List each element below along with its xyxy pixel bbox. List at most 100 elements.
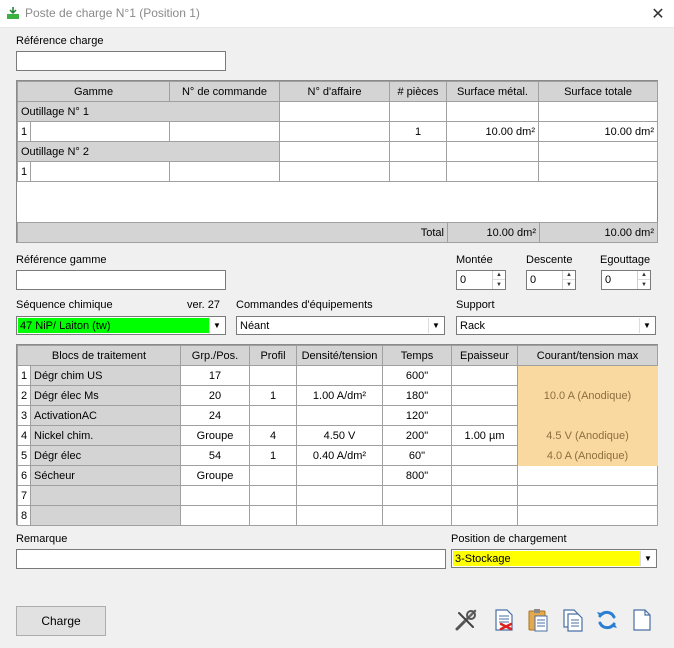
cell-grp-pos[interactable]: 24: [180, 405, 250, 426]
tools-icon[interactable]: [453, 607, 479, 633]
cell-grp-pos[interactable]: Groupe: [180, 425, 250, 446]
montee-stepper[interactable]: 0 ▲ ▼: [456, 270, 506, 290]
refresh-icon[interactable]: [594, 607, 620, 633]
cell-gamme[interactable]: [30, 161, 170, 182]
cell-profil[interactable]: 1: [249, 445, 297, 466]
cell-affaire[interactable]: [279, 161, 390, 182]
chevron-down-icon[interactable]: ▼: [209, 318, 224, 333]
cell-densite[interactable]: [296, 505, 383, 526]
spin-down-icon[interactable]: ▼: [493, 280, 505, 289]
close-button[interactable]: ✕: [650, 4, 666, 24]
cell-profil[interactable]: [249, 465, 297, 486]
cell-epaisseur[interactable]: [451, 365, 518, 386]
cell-bloc[interactable]: Dégr chim US: [30, 365, 181, 386]
cell-temps[interactable]: 120": [382, 405, 452, 426]
chevron-down-icon[interactable]: ▼: [639, 318, 654, 333]
cell-epaisseur[interactable]: [451, 385, 518, 406]
remarque-input[interactable]: [16, 549, 446, 569]
table-row[interactable]: 1 1 10.00 dm² 10.00 dm²: [17, 121, 658, 142]
cell-courant[interactable]: [517, 505, 658, 526]
cell-temps[interactable]: [382, 505, 452, 526]
table-row[interactable]: 5 Dégr élec 54 1 0.40 A/dm² 60" 4.0 A (Anodiqu…: [17, 445, 658, 466]
table-row[interactable]: 3 ActivationAC 24 120": [17, 405, 658, 426]
cell-courant[interactable]: 4.0 A (Anodique): [517, 445, 658, 466]
cell-grp-pos[interactable]: 54: [180, 445, 250, 466]
copy-icon[interactable]: [560, 607, 586, 633]
table-row[interactable]: 2 Dégr élec Ms 20 1 1.00 A/dm² 180" 10.0 A (An…: [17, 385, 658, 406]
cell-temps[interactable]: 60": [382, 445, 452, 466]
cell-bloc[interactable]: Dégr élec: [30, 445, 181, 466]
cell-profil[interactable]: [249, 505, 297, 526]
cell-pieces[interactable]: [389, 161, 447, 182]
cell-pieces[interactable]: 1: [389, 121, 447, 142]
cell-densite[interactable]: [296, 485, 383, 506]
cell-temps[interactable]: 600": [382, 365, 452, 386]
cell-profil[interactable]: 1: [249, 385, 297, 406]
cell-profil[interactable]: [249, 485, 297, 506]
cell-epaisseur[interactable]: [451, 405, 518, 426]
table-row[interactable]: 7: [17, 485, 658, 506]
cell-courant[interactable]: 4.5 V (Anodique): [517, 425, 658, 446]
cell-courant[interactable]: [517, 485, 658, 506]
cell-epaisseur[interactable]: [451, 445, 518, 466]
sequence-select[interactable]: 47 NiP/ Laiton (tw) ▼: [16, 316, 226, 335]
cell-densite[interactable]: [296, 465, 383, 486]
cell-profil[interactable]: [249, 405, 297, 426]
cell-epaisseur[interactable]: [451, 465, 518, 486]
commandes-select[interactable]: Néant ▼: [236, 316, 445, 335]
cell-courant[interactable]: [517, 465, 658, 486]
cell-temps[interactable]: [382, 485, 452, 506]
document-delete-icon[interactable]: [491, 607, 517, 633]
cell-densite[interactable]: 1.00 A/dm²: [296, 385, 383, 406]
table-row[interactable]: 6 Sécheur Groupe 800": [17, 465, 658, 486]
cell-densite[interactable]: 4.50 V: [296, 425, 383, 446]
cell-commande[interactable]: [169, 121, 280, 142]
cell-bloc[interactable]: [30, 505, 181, 526]
table-row[interactable]: 1: [17, 161, 658, 182]
new-document-icon[interactable]: [629, 607, 655, 633]
cell-densite[interactable]: [296, 405, 383, 426]
egouttage-stepper[interactable]: 0 ▲ ▼: [601, 270, 651, 290]
cell-grp-pos[interactable]: [180, 485, 250, 506]
support-select[interactable]: Rack ▼: [456, 316, 656, 335]
cell-bloc[interactable]: [30, 485, 181, 506]
cell-densite[interactable]: [296, 365, 383, 386]
cell-grp-pos[interactable]: Groupe: [180, 465, 250, 486]
spin-up-icon[interactable]: ▲: [563, 271, 575, 280]
cell-courant[interactable]: 10.0 A (Anodique): [517, 385, 658, 406]
cell-bloc[interactable]: Dégr élec Ms: [30, 385, 181, 406]
chevron-down-icon[interactable]: ▼: [640, 551, 655, 566]
table-row[interactable]: 4 Nickel chim. Groupe 4 4.50 V 200" 1.00 µm 4.5…: [17, 425, 658, 446]
table-row[interactable]: 1 Dégr chim US 17 600": [17, 365, 658, 386]
spin-up-icon[interactable]: ▲: [493, 271, 505, 280]
cell-courant[interactable]: [517, 405, 658, 426]
descente-stepper[interactable]: 0 ▲ ▼: [526, 270, 576, 290]
cell-epaisseur[interactable]: 1.00 µm: [451, 425, 518, 446]
cell-grp-pos[interactable]: [180, 505, 250, 526]
cell-bloc[interactable]: Sécheur: [30, 465, 181, 486]
cell-epaisseur[interactable]: [451, 485, 518, 506]
cell-profil[interactable]: [249, 365, 297, 386]
cell-densite[interactable]: 0.40 A/dm²: [296, 445, 383, 466]
cell-courant[interactable]: [517, 365, 658, 386]
reference-gamme-input[interactable]: [16, 270, 226, 290]
table-row[interactable]: 8: [17, 505, 658, 526]
cell-affaire[interactable]: [279, 121, 390, 142]
cell-bloc[interactable]: ActivationAC: [30, 405, 181, 426]
cell-temps[interactable]: 180": [382, 385, 452, 406]
chevron-down-icon[interactable]: ▼: [428, 318, 443, 333]
cell-commande[interactable]: [169, 161, 280, 182]
cell-temps[interactable]: 200": [382, 425, 452, 446]
spin-down-icon[interactable]: ▼: [638, 280, 650, 289]
cell-grp-pos[interactable]: 20: [180, 385, 250, 406]
cell-temps[interactable]: 800": [382, 465, 452, 486]
clipboard-paste-icon[interactable]: [525, 607, 551, 633]
cell-epaisseur[interactable]: [451, 505, 518, 526]
cell-gamme[interactable]: [30, 121, 170, 142]
reference-charge-input[interactable]: [16, 51, 226, 71]
position-chargement-select[interactable]: 3-Stockage ▼: [451, 549, 657, 568]
spin-up-icon[interactable]: ▲: [638, 271, 650, 280]
cell-profil[interactable]: 4: [249, 425, 297, 446]
cell-bloc[interactable]: Nickel chim.: [30, 425, 181, 446]
cell-grp-pos[interactable]: 17: [180, 365, 250, 386]
